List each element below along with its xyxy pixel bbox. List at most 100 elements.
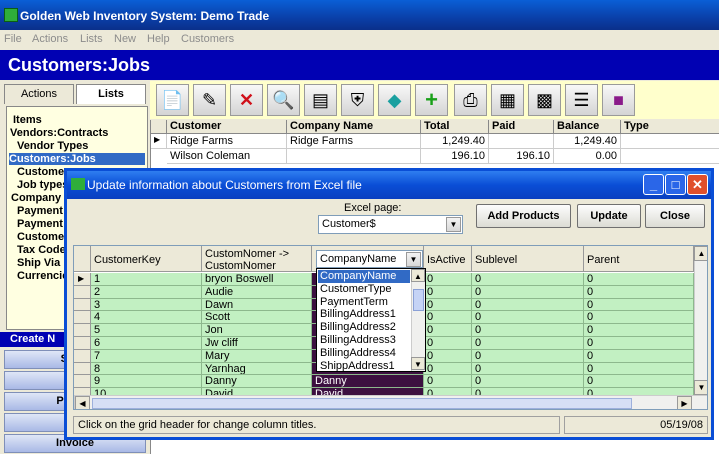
- add-icon[interactable]: +: [415, 84, 448, 116]
- excel-cell[interactable]: 0: [424, 337, 472, 350]
- tree-item[interactable]: Company: [11, 192, 61, 204]
- excel-cell[interactable]: 6: [91, 337, 202, 350]
- excel-cell[interactable]: 0: [584, 375, 694, 389]
- scroll-left-icon[interactable]: ◀: [75, 396, 90, 409]
- printer-report-icon[interactable]: ▤: [304, 84, 337, 116]
- excel-cell[interactable]: 4: [91, 311, 202, 325]
- dropdown-option[interactable]: ShippAddress1: [318, 360, 410, 373]
- excel-cell[interactable]: 0: [584, 349, 694, 363]
- dropdown-option[interactable]: BillingAddress4: [318, 347, 410, 360]
- col-header-sublevel[interactable]: Sublevel: [472, 246, 584, 272]
- update-button[interactable]: Update: [577, 204, 641, 228]
- excel-cell[interactable]: 0: [424, 285, 472, 299]
- grid-header-customer[interactable]: Customer: [167, 120, 287, 134]
- tree-item[interactable]: Items: [13, 114, 42, 126]
- close-window-button[interactable]: ✕: [687, 174, 708, 195]
- shield-icon[interactable]: ⛨: [341, 84, 374, 116]
- excel-cell[interactable]: 0: [472, 285, 584, 299]
- excel-cell[interactable]: 0: [424, 273, 472, 286]
- grid-cell[interactable]: 1,249.40: [554, 134, 621, 149]
- excel-cell[interactable]: 9: [91, 375, 202, 389]
- excel-cell[interactable]: 0: [424, 349, 472, 363]
- excel-page-select[interactable]: Customer$ ▼: [318, 215, 463, 234]
- dropdown-option[interactable]: CompanyName: [318, 270, 410, 283]
- menu-file[interactable]: File: [4, 33, 22, 45]
- excel-cell[interactable]: Danny: [312, 375, 424, 389]
- excel-cell[interactable]: Danny: [202, 375, 312, 389]
- chevron-down-icon[interactable]: ▼: [446, 217, 461, 232]
- excel-cell[interactable]: 0: [424, 324, 472, 337]
- dropdown-option[interactable]: BillingAddress1: [318, 308, 410, 321]
- excel-cell[interactable]: 0: [472, 349, 584, 363]
- grid-cell[interactable]: Ridge Farms: [287, 134, 421, 149]
- excel-cell[interactable]: 0: [472, 324, 584, 337]
- dialog-title-bar[interactable]: Update information about Customers from …: [67, 171, 711, 199]
- dropdown-option[interactable]: BillingAddress3: [318, 334, 410, 347]
- scroll-right-icon[interactable]: ▶: [677, 396, 692, 409]
- grid-header-type[interactable]: Type: [621, 120, 719, 134]
- card-icon[interactable]: ▩: [528, 84, 561, 116]
- row-header[interactable]: [74, 362, 91, 376]
- col-header-customnomer[interactable]: CustomNomer -> CustomNomer: [202, 246, 312, 272]
- excel-cell[interactable]: 0: [424, 362, 472, 376]
- excel-cell[interactable]: Scott: [202, 311, 312, 325]
- excel-cell[interactable]: 0: [472, 298, 584, 312]
- excel-cell[interactable]: 0: [584, 362, 694, 376]
- maximize-button[interactable]: □: [665, 174, 686, 195]
- tree-item[interactable]: Customer: [17, 231, 68, 243]
- excel-cell[interactable]: 0: [584, 324, 694, 337]
- scroll-thumb[interactable]: [92, 398, 632, 409]
- excel-cell[interactable]: 0: [472, 337, 584, 350]
- excel-cell[interactable]: Audie: [202, 285, 312, 299]
- grid-cell[interactable]: 196.10: [489, 149, 554, 164]
- add-products-button[interactable]: Add Products: [476, 204, 571, 228]
- book-icon[interactable]: ■: [602, 84, 635, 116]
- excel-cell[interactable]: Jon: [202, 324, 312, 337]
- grid-cell[interactable]: [621, 149, 719, 164]
- excel-cell[interactable]: 0: [584, 285, 694, 299]
- tree-item-selected[interactable]: Customers:Jobs: [9, 153, 145, 165]
- grid-header-total[interactable]: Total: [421, 120, 489, 134]
- tree-item[interactable]: Currencie: [17, 270, 68, 282]
- col-header-customerkey[interactable]: CustomerKey: [91, 246, 202, 272]
- find-icon[interactable]: 🔍: [267, 84, 300, 116]
- scroll-up-icon[interactable]: ▲: [694, 246, 707, 261]
- row-header[interactable]: [74, 349, 91, 363]
- grid-cell[interactable]: 0.00: [554, 149, 621, 164]
- excel-cell[interactable]: 0: [472, 311, 584, 325]
- row-header[interactable]: [74, 311, 91, 325]
- grid-cell[interactable]: [287, 149, 421, 164]
- excel-cell[interactable]: 3: [91, 298, 202, 312]
- column-title-select[interactable]: CompanyName ▼: [316, 250, 423, 268]
- tree-item[interactable]: Vendors:Contracts: [10, 127, 108, 139]
- menu-help[interactable]: Help: [147, 33, 170, 45]
- excel-cell[interactable]: bryon Boswell: [202, 273, 312, 286]
- grid-cell[interactable]: [621, 134, 719, 149]
- excel-cell[interactable]: Yarnhag: [202, 362, 312, 376]
- excel-cell[interactable]: 0: [584, 337, 694, 350]
- excel-cell[interactable]: 0: [472, 273, 584, 286]
- print-icon[interactable]: ⎙: [454, 84, 487, 116]
- dropdown-option[interactable]: PaymentTerm: [318, 296, 410, 309]
- grid-header-balance[interactable]: Balance: [554, 120, 621, 134]
- grid-header-paid[interactable]: Paid: [489, 120, 554, 134]
- row-header[interactable]: [74, 285, 91, 299]
- excel-cell[interactable]: 0: [424, 375, 472, 389]
- minimize-button[interactable]: _: [643, 174, 664, 195]
- excel-cell[interactable]: 0: [584, 298, 694, 312]
- menu-actions[interactable]: Actions: [32, 33, 68, 45]
- excel-cell[interactable]: 0: [424, 298, 472, 312]
- excel-cell[interactable]: Jw cliff: [202, 337, 312, 350]
- excel-cell[interactable]: 5: [91, 324, 202, 337]
- chevron-down-icon[interactable]: ▼: [406, 252, 421, 267]
- calendar-icon[interactable]: ▦: [491, 84, 524, 116]
- menu-new[interactable]: New: [114, 33, 136, 45]
- dropdown-option[interactable]: CustomerType: [318, 283, 410, 296]
- row-header[interactable]: [74, 298, 91, 312]
- scroll-down-icon[interactable]: ▼: [411, 357, 425, 370]
- menu-customers[interactable]: Customers: [181, 33, 234, 45]
- grid-cell[interactable]: Wilson Coleman: [167, 149, 287, 164]
- tree-item[interactable]: Job types: [17, 179, 68, 191]
- menu-lists[interactable]: Lists: [80, 33, 103, 45]
- delete-icon[interactable]: ✕: [230, 84, 263, 116]
